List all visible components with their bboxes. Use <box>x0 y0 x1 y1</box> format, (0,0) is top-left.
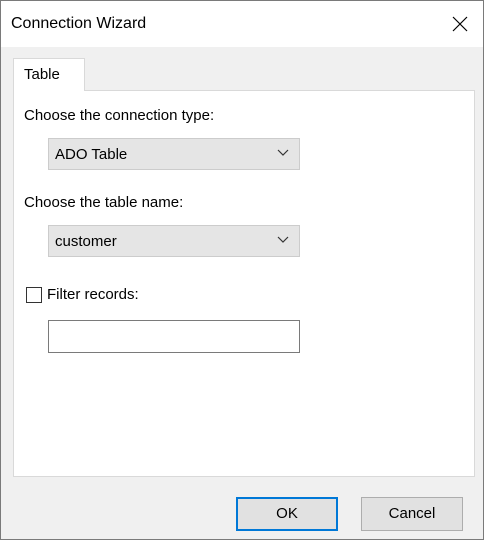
table-name-label: Choose the table name: <box>24 194 184 211</box>
table-tab-panel: Choose the connection type: ADO Table Ch… <box>13 90 475 477</box>
close-button[interactable] <box>437 1 483 47</box>
chevron-down-icon <box>277 236 289 243</box>
chevron-down-icon <box>277 149 289 156</box>
ok-button[interactable]: OK <box>236 497 338 531</box>
cancel-button[interactable]: Cancel <box>361 497 463 531</box>
close-icon <box>452 16 468 32</box>
connection-type-label: Choose the connection type: <box>24 107 215 124</box>
filter-records-label[interactable]: Filter records: <box>47 286 139 303</box>
window-title: Connection Wizard <box>11 15 147 32</box>
connection-type-select[interactable]: ADO Table <box>48 138 300 170</box>
table-name-select[interactable]: customer <box>48 225 300 257</box>
connection-wizard-dialog: Connection Wizard Table Choose the conne… <box>0 0 484 540</box>
connection-type-value: ADO Table <box>55 146 128 163</box>
title-bar: Connection Wizard <box>1 1 483 47</box>
tab-table[interactable]: Table <box>13 58 85 91</box>
tab-table-label: Table <box>24 66 60 83</box>
filter-records-checkbox[interactable] <box>26 287 42 303</box>
table-name-value: customer <box>55 233 117 250</box>
filter-records-input[interactable] <box>48 320 300 353</box>
